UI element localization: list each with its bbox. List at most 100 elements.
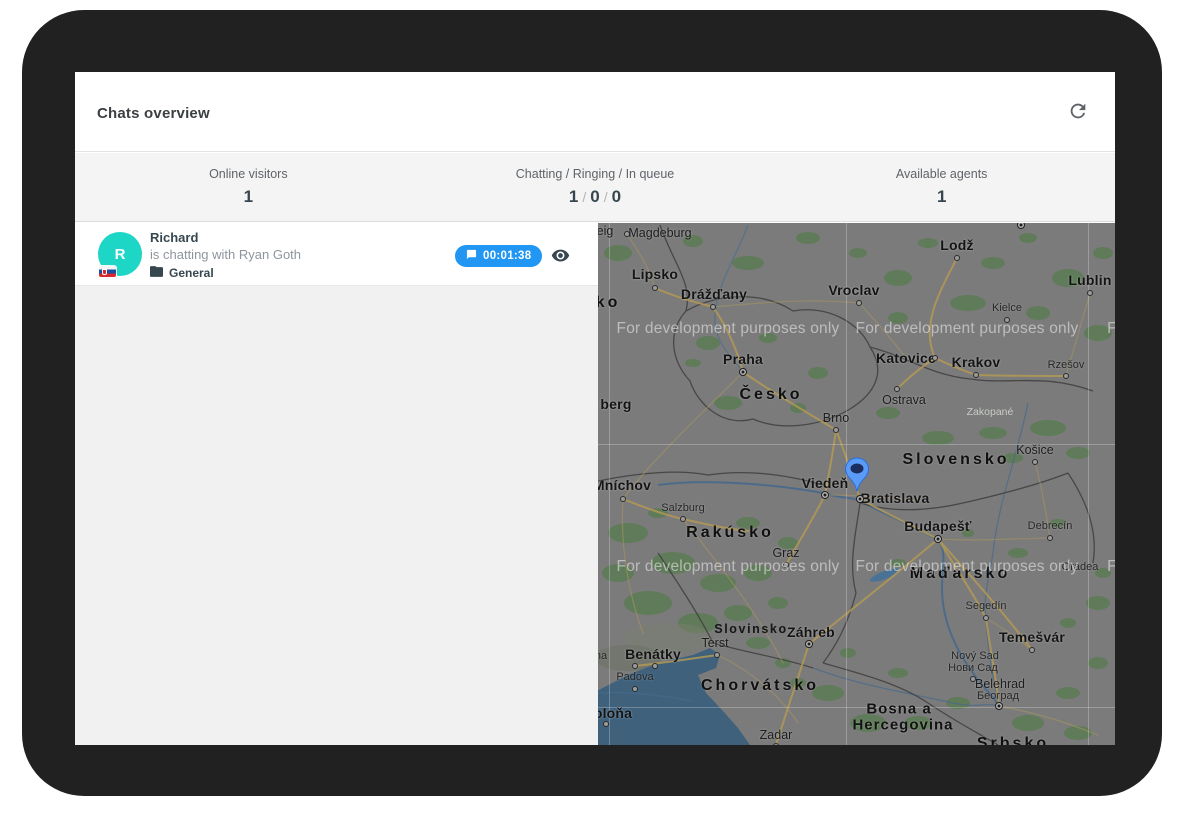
separator: / bbox=[578, 189, 590, 205]
map-place-label: Slovinsko bbox=[714, 622, 787, 636]
watch-chat-button[interactable] bbox=[549, 246, 571, 268]
map-place-label: Kielce bbox=[992, 302, 1022, 314]
map-place-label: Segedín bbox=[966, 600, 1007, 612]
stat-value: 1/0/0 bbox=[422, 187, 769, 207]
map-place-label: Vroclav bbox=[828, 282, 879, 298]
map-place-label: Ostrava bbox=[882, 393, 926, 407]
map-dev-watermark: For development purposes only bbox=[617, 558, 840, 576]
refresh-button[interactable] bbox=[1065, 99, 1091, 125]
chat-group: General bbox=[150, 264, 214, 282]
map-capital-dot bbox=[1017, 223, 1025, 229]
map-place-label: Terst bbox=[701, 636, 728, 650]
map-city-dot bbox=[1029, 647, 1035, 653]
chat-list: R Richard is chatting with Ryan Goth Gen… bbox=[75, 223, 598, 745]
chat-bubble-icon bbox=[466, 247, 477, 265]
map-gridline bbox=[598, 707, 1115, 708]
map-place-label: Temešvár bbox=[999, 629, 1065, 645]
visitors-map[interactable]: eigMagdeburgLodžLipskoLublinDrážďanyVroc… bbox=[598, 223, 1115, 745]
stat-value: 1 bbox=[768, 187, 1115, 207]
map-place-label: Salzburg bbox=[661, 502, 704, 514]
map-place-label: Magdeburg bbox=[628, 226, 691, 240]
map-place-label: Benátky bbox=[625, 646, 681, 662]
map-place-label: Slovensko bbox=[902, 451, 1009, 469]
map-place-label: berg bbox=[600, 396, 631, 412]
map-city-dot bbox=[632, 663, 638, 669]
map-place-label: Rzešov bbox=[1048, 359, 1085, 371]
page-title: Chats overview bbox=[97, 105, 210, 122]
map-place-label: ko bbox=[598, 294, 620, 312]
chatting-count: 1 bbox=[569, 187, 578, 206]
map-place-label: Brno bbox=[823, 411, 849, 425]
map-place-label: Debrecín bbox=[1028, 520, 1073, 532]
map-place-label: Katovice bbox=[876, 350, 936, 366]
map-city-dot bbox=[970, 676, 976, 682]
map-city-dot bbox=[603, 721, 609, 727]
map-city-dot bbox=[652, 285, 658, 291]
map-place-label: Košice bbox=[1016, 443, 1054, 457]
stat-available-agents: Available agents 1 bbox=[768, 153, 1115, 221]
chat-list-item[interactable]: R Richard is chatting with Ryan Goth Gen… bbox=[75, 223, 598, 286]
map-city-dot bbox=[652, 663, 658, 669]
chat-timer: 00:01:38 bbox=[483, 250, 531, 262]
map-city-dot bbox=[710, 304, 716, 310]
map-capital-dot bbox=[805, 640, 813, 648]
map-city-dot bbox=[1032, 459, 1038, 465]
content-area: R Richard is chatting with Ryan Goth Gen… bbox=[75, 223, 1115, 745]
map-place-label: Viedeň bbox=[802, 475, 849, 491]
group-label: General bbox=[169, 266, 214, 280]
stat-value: 1 bbox=[75, 187, 422, 207]
map-place-label: Mníchov bbox=[598, 477, 651, 493]
map-city-dot bbox=[1087, 290, 1093, 296]
map-city-dot bbox=[773, 743, 779, 745]
map-place-label: eig bbox=[598, 224, 613, 238]
map-dev-watermark: For development purposes only bbox=[856, 320, 1079, 338]
flag-emblem bbox=[102, 269, 107, 275]
header: Chats overview bbox=[75, 72, 1115, 152]
stats-bar: Online visitors 1 Chatting / Ringing / I… bbox=[75, 153, 1115, 222]
map-place-label: Bratislava bbox=[861, 490, 930, 506]
map-place-label: Drážďany bbox=[681, 286, 747, 302]
map-place-label: Krakov bbox=[952, 354, 1001, 370]
map-city-dot bbox=[624, 231, 630, 237]
map-city-dot bbox=[1063, 373, 1069, 379]
chat-status-text: is chatting with Ryan Goth bbox=[150, 247, 301, 262]
ringing-count: 0 bbox=[590, 187, 599, 206]
map-place-label: Padova bbox=[616, 671, 653, 683]
map-dev-watermark: For development purposes only bbox=[856, 558, 1079, 576]
map-place-label: Zakopané bbox=[967, 406, 1014, 418]
map-capital-dot bbox=[739, 368, 747, 376]
map-place-label: oloňa bbox=[598, 705, 632, 721]
map-place-label: Srbsko bbox=[977, 735, 1049, 745]
map-place-label: Београд bbox=[977, 690, 1019, 702]
eye-icon bbox=[551, 253, 570, 268]
stat-online-visitors: Online visitors 1 bbox=[75, 153, 422, 221]
chat-timer-badge: 00:01:38 bbox=[455, 245, 542, 267]
map-dev-watermark: For development purposes only bbox=[617, 320, 840, 338]
map-city-dot bbox=[1047, 535, 1053, 541]
in-queue-count: 0 bbox=[612, 187, 621, 206]
refresh-icon bbox=[1067, 110, 1089, 125]
map-place-label: Chorvátsko bbox=[701, 677, 819, 695]
map-city-dot bbox=[954, 255, 960, 261]
map-city-dot bbox=[856, 300, 862, 306]
stat-label: Chatting / Ringing / In queue bbox=[422, 167, 769, 181]
stat-label: Available agents bbox=[768, 167, 1115, 181]
map-city-dot bbox=[620, 496, 626, 502]
stat-chatting-ringing-queue: Chatting / Ringing / In queue 1/0/0 bbox=[422, 153, 769, 221]
map-place-label: Belehrad bbox=[975, 677, 1025, 691]
map-city-dot bbox=[983, 615, 989, 621]
map-gridline bbox=[1088, 223, 1089, 745]
map-place-label: Budapešť bbox=[904, 518, 971, 534]
map-city-dot bbox=[680, 516, 686, 522]
chats-overview-window: Chats overview Online visitors 1 Chattin… bbox=[75, 72, 1115, 745]
map-place-label: Nový Sad bbox=[951, 650, 999, 662]
map-city-dot bbox=[714, 652, 720, 658]
map-place-label: Záhreb bbox=[787, 624, 835, 640]
map-pin-bratislava bbox=[844, 457, 870, 493]
folder-icon bbox=[150, 264, 163, 282]
map-capital-dot bbox=[995, 702, 1003, 710]
map-city-dot bbox=[894, 386, 900, 392]
map-place-label: na bbox=[598, 650, 607, 662]
map-place-label: Lodž bbox=[940, 237, 973, 253]
visitor-name: Richard bbox=[150, 230, 198, 245]
